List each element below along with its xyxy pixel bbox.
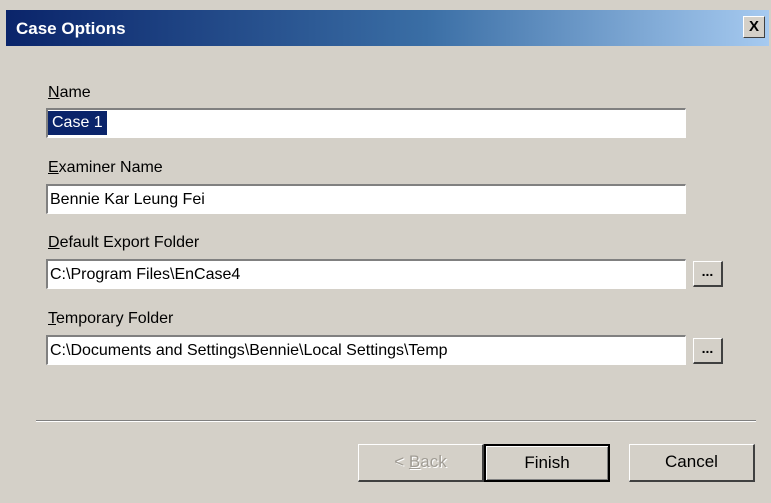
name-field-selection: Case 1	[48, 111, 107, 135]
name-label: Name	[48, 84, 91, 101]
cancel-button[interactable]: Cancel	[629, 444, 755, 482]
case-options-dialog: Case Options X Name Case 1 Examiner Name…	[0, 0, 771, 503]
browse-temporary-folder-button[interactable]: ...	[693, 338, 723, 364]
examiner-name-field[interactable]	[46, 184, 686, 214]
examiner-name-label: Examiner Name	[48, 159, 163, 176]
default-export-folder-label: Default Export Folder	[48, 234, 200, 251]
ellipsis-icon: ...	[701, 340, 714, 356]
finish-button[interactable]: Finish	[484, 444, 610, 482]
close-icon: X	[748, 18, 759, 35]
temporary-folder-field[interactable]	[46, 335, 686, 365]
ellipsis-icon: ...	[701, 263, 714, 279]
close-button[interactable]: X	[743, 16, 765, 38]
button-separator	[36, 420, 756, 422]
title-bar[interactable]: Case Options X	[6, 10, 769, 46]
back-button[interactable]: < Back	[358, 444, 484, 482]
temporary-folder-label: Temporary Folder	[48, 310, 174, 327]
browse-export-folder-button[interactable]: ...	[693, 261, 723, 287]
name-field[interactable]	[46, 108, 686, 138]
default-export-folder-field[interactable]	[46, 259, 686, 289]
window-title: Case Options	[16, 19, 126, 38]
